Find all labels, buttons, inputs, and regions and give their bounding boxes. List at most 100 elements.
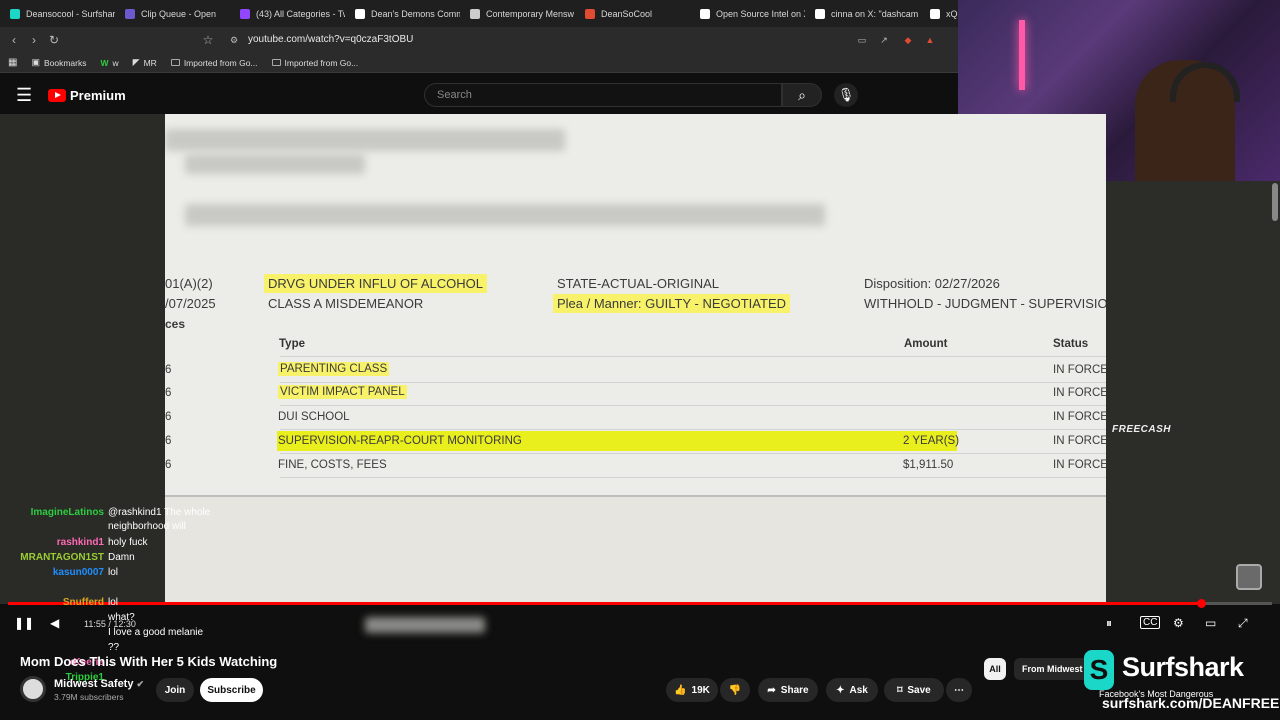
chat-username[interactable]: Snufferd: [63, 597, 104, 608]
chat-text: what?: [108, 612, 135, 623]
bookmark-imported-2[interactable]: Imported from Go...: [271, 58, 358, 68]
blurred-header: [165, 129, 565, 151]
scrollbar[interactable]: [1272, 183, 1278, 221]
chat-username[interactable]: MRANTAGON1ST: [20, 552, 104, 563]
browser-tab[interactable]: xQc D: [920, 0, 958, 27]
tab-favicon-icon: [815, 8, 825, 19]
row-date-fragment: 6: [165, 411, 172, 423]
settings-gear-icon[interactable]: ⚙: [1173, 616, 1184, 630]
dislike-button[interactable]: 👎: [720, 678, 750, 702]
share-button[interactable]: ➦ Share: [758, 678, 818, 702]
surfshark-url: surfshark.com/DEANFREE: [1102, 695, 1280, 711]
fullscreen-icon[interactable]: ⤢: [1238, 616, 1248, 631]
ask-button[interactable]: ✦ Ask: [826, 678, 878, 702]
join-button[interactable]: Join: [156, 678, 194, 702]
chat-username[interactable]: ImagineLatinos: [31, 507, 104, 518]
row-divider: [280, 382, 1106, 383]
microphone-icon[interactable]: 🎙: [834, 83, 858, 107]
blurred-header: [185, 204, 825, 226]
folder-icon: [271, 59, 281, 66]
browser-tab[interactable]: Open Source Intel on X: [690, 0, 805, 27]
sanction-status: IN FORCE: [1053, 364, 1106, 376]
row-date-fragment: 6: [165, 364, 172, 376]
chat-username[interactable]: kasun0007: [53, 567, 104, 578]
browser-tab[interactable]: (43) All Categories - Tw: [230, 0, 345, 27]
sanction-type: VICTIM IMPACT PANEL: [278, 385, 407, 399]
site-info-icon[interactable]: ⚙: [224, 35, 244, 46]
chip-all[interactable]: All: [984, 658, 1006, 680]
stream-chat-overlay: ImagineLatinos @rashkind1 The whole neighb…: [0, 500, 240, 705]
progress-scrubber[interactable]: [1197, 599, 1207, 608]
address-bar[interactable]: youtube.com/watch?v=q0czaF3tOBU: [248, 34, 413, 45]
more-icon: ⋯: [954, 684, 964, 696]
autoplay-toggle-icon[interactable]: ⏸: [1106, 616, 1112, 631]
bookmark-imported-1[interactable]: Imported from Go...: [170, 58, 258, 68]
save-button[interactable]: ⌑ Save: [884, 678, 944, 702]
channel-avatar[interactable]: [20, 676, 46, 702]
browser-tab[interactable]: Clip Queue - Open: [115, 0, 230, 27]
video-lower-area: [165, 497, 1106, 633]
chat-text: lol: [108, 567, 119, 578]
browser-tab[interactable]: DeanSoCool: [575, 0, 690, 27]
browser-tab[interactable]: Deansocool - Surfshark: [0, 0, 115, 27]
bookmark-icon: ⌑: [897, 684, 903, 696]
freecash-watermark: FREECASH: [1112, 424, 1172, 435]
captions-icon[interactable]: CC: [1140, 616, 1161, 629]
share-page-icon[interactable]: ↗: [874, 35, 894, 46]
bookmark-w[interactable]: Ww: [100, 58, 118, 68]
tab-favicon-icon: [10, 8, 20, 19]
tab-label: Dean's Demons Comm: [371, 8, 460, 19]
more-actions-button[interactable]: ⋯: [946, 678, 972, 702]
tab-favicon-icon: [240, 8, 250, 19]
channel-watermark[interactable]: [1236, 564, 1262, 590]
column-amount: Amount: [904, 338, 948, 350]
chat-message: MRANTAGON1ST Damn: [20, 552, 134, 563]
channel-name[interactable]: Midwest Safety ✔: [54, 678, 144, 690]
back-icon[interactable]: ‹: [4, 33, 24, 47]
browser-tab[interactable]: cinna on X: "dashcam: [805, 0, 920, 27]
column-status: Status: [1053, 338, 1089, 350]
bookmark-mr[interactable]: ◤ MR: [133, 57, 157, 68]
bookmark-star-icon[interactable]: ☆: [198, 33, 218, 47]
tab-label: Contemporary Mensw: [486, 8, 575, 19]
column-type: Type: [279, 338, 305, 350]
youtube-logo[interactable]: Premium: [48, 88, 126, 103]
browser-tab[interactable]: Dean's Demons Comm: [345, 0, 460, 27]
rewards-icon[interactable]: ▲: [920, 35, 940, 45]
plea-text: Plea / Manner: GUILTY - NEGOTIATED: [553, 294, 791, 313]
blurred-header: [185, 154, 365, 174]
chat-username[interactable]: rashkind1: [57, 537, 104, 548]
sanction-status: IN FORCE: [1053, 435, 1106, 447]
bookmark-bookmarks[interactable]: ▣ Bookmarks: [31, 57, 86, 68]
sanction-type: DUI SCHOOL: [278, 411, 350, 423]
search-input[interactable]: Search: [424, 83, 782, 107]
cast-icon[interactable]: ▭: [852, 35, 872, 46]
tab-label: Clip Queue - Open: [141, 8, 217, 19]
search-icon[interactable]: ⌕: [782, 83, 822, 107]
browser-tab[interactable]: Contemporary Mensw: [460, 0, 575, 27]
brave-shield-icon[interactable]: ◆: [898, 35, 918, 46]
row-date-fragment: 6: [165, 459, 172, 471]
section-fragment: ces: [165, 317, 186, 331]
tab-favicon-icon: [930, 8, 940, 19]
chat-message: neighborhood will: [108, 521, 186, 532]
chat-message: ImagineLatinos @rashkind1 The whole: [31, 507, 211, 518]
like-button[interactable]: 👍 19K: [666, 678, 718, 702]
row-divider: [280, 405, 1106, 406]
reload-icon[interactable]: ↻: [44, 33, 64, 47]
surfshark-name: Surfshark: [1122, 652, 1244, 682]
theater-mode-icon[interactable]: ▭: [1205, 616, 1216, 630]
row-divider: [280, 477, 1106, 478]
chat-text: I love a good melanie: [108, 627, 204, 638]
sanction-amount: $1,911.50: [903, 459, 954, 471]
video-frame[interactable]: 01(A)(2) DRVG UNDER INFLU OF ALCOHOL STA…: [165, 114, 1106, 497]
thumbs-up-icon: 👍: [674, 684, 687, 696]
apps-grid-icon[interactable]: ▦: [8, 57, 17, 68]
hamburger-menu-icon[interactable]: ☰: [16, 86, 32, 104]
forward-icon[interactable]: ›: [24, 33, 44, 47]
chat-text: lol: [108, 597, 119, 608]
sanction-type: FINE, COSTS, FEES: [278, 459, 387, 471]
subscribe-button[interactable]: Subscribe: [200, 678, 263, 702]
tab-favicon-icon: [700, 8, 710, 19]
chat-message: ??: [108, 642, 119, 653]
